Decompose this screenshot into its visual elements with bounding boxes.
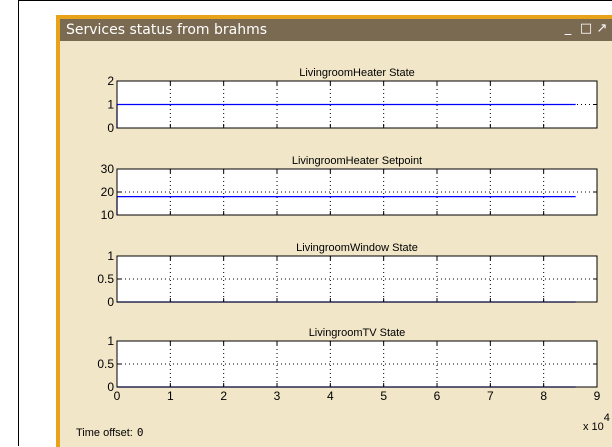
window-title: Services status from brahms — [66, 22, 268, 38]
x-tick-label: 9 — [594, 389, 601, 403]
plot-window: Services status from brahms _ □ ↗ ✕ Livi… — [56, 15, 612, 447]
y-tick-label: 20 — [101, 185, 115, 199]
plot-area: LivingroomHeater State 0 1 2 LivingroomHeate… — [97, 67, 601, 403]
maximize-button[interactable]: □ — [578, 21, 594, 37]
desktop-frame: Services status from brahms _ □ ↗ ✕ Livi… — [18, 0, 612, 447]
window-titlebar[interactable]: Services status from brahms _ □ ↗ ✕ — [60, 19, 612, 41]
y-tick-label: 1 — [107, 98, 114, 112]
y-tick-label: 10 — [101, 208, 115, 222]
y-tick-label: 0 — [107, 380, 114, 394]
time-offset-value: 0 — [136, 426, 144, 439]
subplot-title: LivingroomWindow State — [296, 242, 418, 254]
y-tick-label: 0 — [107, 121, 114, 135]
y-tick-label: 0 — [107, 295, 114, 309]
minimize-button[interactable]: _ — [560, 21, 576, 37]
x-tick-label: 4 — [327, 389, 334, 403]
x-tick-label: 2 — [220, 389, 227, 403]
x-tick-label: 5 — [380, 389, 387, 403]
y-tick-label: 1 — [107, 334, 114, 348]
subplot-title: LivingroomTV State — [309, 327, 406, 339]
close-button[interactable]: ✕ — [608, 21, 612, 37]
x-scale-factor: x 104 — [583, 412, 610, 433]
time-offset: Time offset: 0 — [76, 426, 143, 439]
x-tick-label: 0 — [114, 389, 121, 403]
time-offset-label: Time offset: — [76, 427, 133, 439]
y-tick-label: 1 — [107, 249, 114, 263]
y-tick-label: 30 — [101, 162, 115, 176]
x-tick-label: 3 — [274, 389, 281, 403]
y-tick-label: 2 — [107, 74, 114, 88]
y-tick-label: 0.5 — [97, 357, 114, 371]
subplot-title: LivingroomHeater Setpoint — [292, 155, 422, 167]
x-tick-label: 7 — [487, 389, 494, 403]
y-tick-label: 0.5 — [97, 272, 114, 286]
x-tick-label: 6 — [434, 389, 441, 403]
x-scale-base: x 10 — [583, 421, 604, 433]
x-scale-exponent: 4 — [603, 412, 610, 424]
subplot-title: LivingroomHeater State — [299, 67, 415, 79]
x-tick-label: 1 — [167, 389, 174, 403]
x-tick-label: 8 — [540, 389, 547, 403]
